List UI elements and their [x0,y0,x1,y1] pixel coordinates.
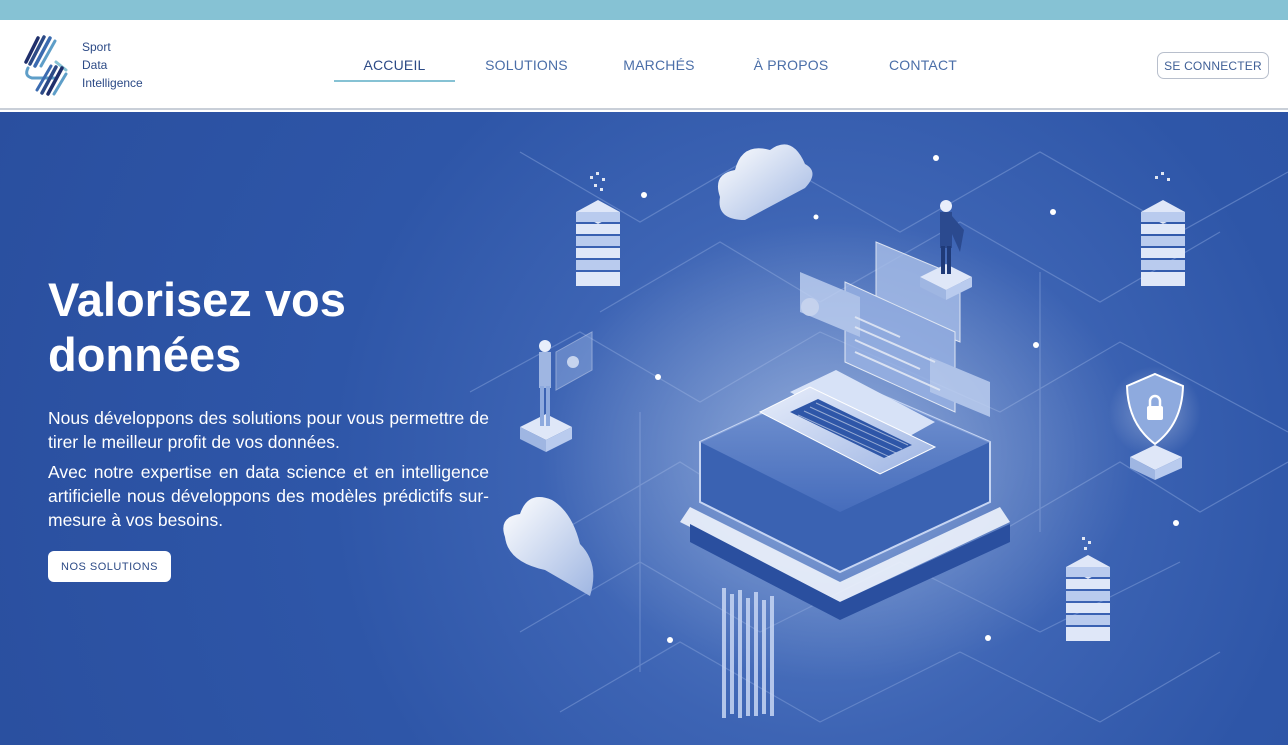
main-nav: ACCUEIL SOLUTIONS MARCHÉS À PROPOS CONTA… [334,20,984,110]
brand-line-1: Sport [82,39,111,54]
server-stack-icon [1141,172,1185,286]
brand-line-2: Data [82,57,108,72]
nav-item-accueil[interactable]: ACCUEIL [334,20,455,110]
hero-title: Valorisez vos données [48,273,346,381]
nav-item-marches[interactable]: MARCHÉS [598,20,720,110]
login-button[interactable]: SE CONNECTER [1157,52,1269,79]
logo-mark-icon [24,35,68,96]
hero-paragraph-2: Avec notre expertise en data science et … [48,462,489,530]
brand-name: Sport Data Intelligence [82,40,143,91]
nav-item-contact[interactable]: CONTACT [862,20,984,110]
brand-line-3: Intelligence [82,75,143,90]
brand-logo[interactable]: Sport Data Intelligence [18,32,178,98]
hero-section: Valorisez vos données Nous développons d… [0,112,1288,745]
cloud-icon [717,144,813,220]
navbar: Sport Data Intelligence ACCUEIL SOLUTION… [0,20,1288,110]
nos-solutions-button[interactable]: NOS SOLUTIONS [48,551,171,582]
top-accent-strip [0,0,1288,20]
hero-paragraph-1: Nous développons des solutions pour vous… [48,408,489,452]
nav-item-a-propos[interactable]: À PROPOS [720,20,862,110]
nav-item-solutions[interactable]: SOLUTIONS [455,20,598,110]
